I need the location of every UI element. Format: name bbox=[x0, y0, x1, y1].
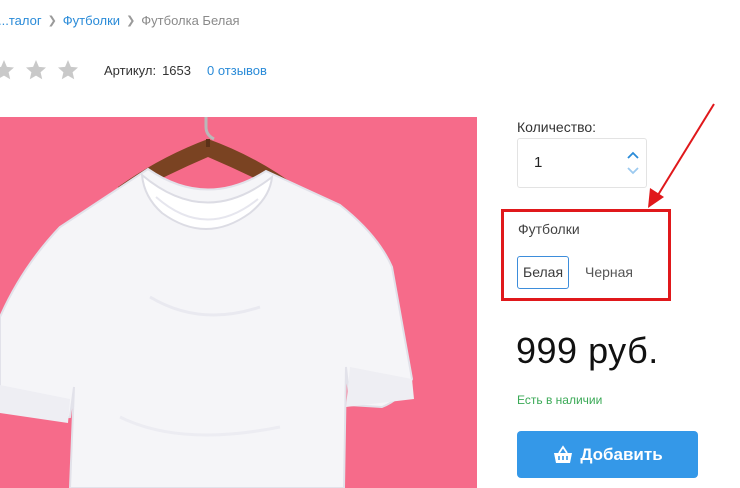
variant-title: Футболки bbox=[518, 221, 580, 237]
sku-value: 1653 bbox=[162, 62, 191, 78]
quantity-stepper[interactable]: 1 bbox=[517, 138, 647, 188]
stock-status: Есть в наличии bbox=[517, 393, 603, 407]
quantity-label: Количество: bbox=[517, 119, 597, 135]
variant-selector: Футболки Белая Черная bbox=[501, 209, 671, 301]
breadcrumb: ...талог ❯ Футболки ❯ Футболка Белая bbox=[0, 13, 240, 28]
chevron-up-icon[interactable] bbox=[626, 150, 640, 160]
chevron-right-icon: ❯ bbox=[47, 15, 57, 27]
tshirt-image bbox=[0, 117, 477, 488]
reviews-link[interactable]: 0 отзывов bbox=[207, 63, 267, 78]
breadcrumb-link-catalog[interactable]: ...талог bbox=[0, 13, 42, 28]
chevron-right-icon: ❯ bbox=[126, 15, 136, 27]
sku-label: Артикул: bbox=[104, 62, 157, 78]
star-icon[interactable] bbox=[0, 58, 16, 82]
quantity-value[interactable]: 1 bbox=[534, 154, 542, 171]
rating-row: Артикул: 1653 0 отзывов bbox=[0, 58, 267, 82]
breadcrumb-link-tshirts[interactable]: Футболки bbox=[63, 13, 120, 28]
variant-option-white[interactable]: Белая bbox=[517, 256, 570, 289]
variant-option-black[interactable]: Черная bbox=[579, 256, 639, 289]
basket-icon bbox=[554, 444, 573, 463]
sku: Артикул: 1653 bbox=[104, 63, 191, 78]
rating-stars[interactable] bbox=[0, 58, 80, 82]
product-image[interactable] bbox=[0, 117, 477, 488]
add-to-cart-button[interactable]: Добавить bbox=[517, 431, 698, 478]
add-to-cart-label: Добавить bbox=[580, 444, 663, 464]
breadcrumb-current: Футболка Белая bbox=[141, 13, 240, 28]
star-icon[interactable] bbox=[24, 58, 48, 82]
chevron-down-icon[interactable] bbox=[626, 166, 640, 176]
star-icon[interactable] bbox=[56, 58, 80, 82]
price: 999 руб. bbox=[516, 330, 659, 371]
